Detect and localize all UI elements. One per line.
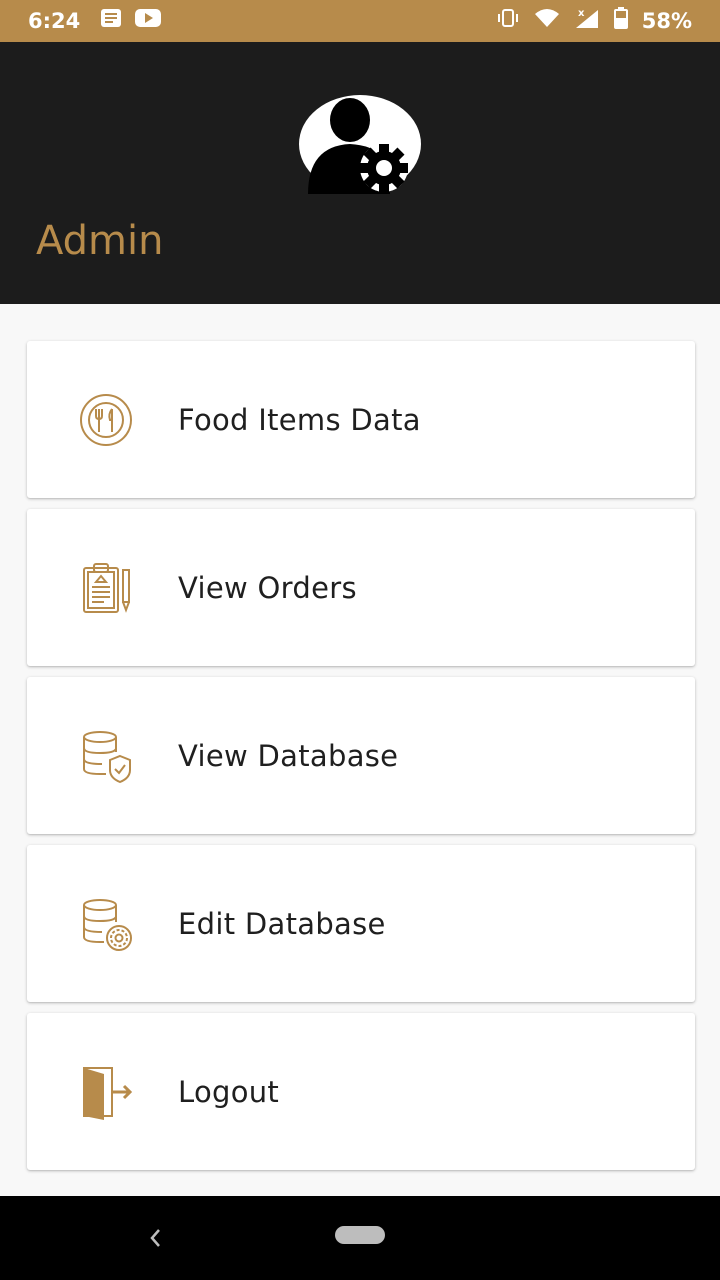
- svg-text:x: x: [578, 8, 585, 19]
- menu-item-label: View Database: [178, 738, 399, 773]
- menu-item-edit-database[interactable]: Edit Database: [27, 845, 695, 1002]
- vibrate-icon: [496, 8, 520, 34]
- database-shield-icon: [77, 727, 135, 785]
- menu-item-label: Edit Database: [178, 906, 386, 941]
- notes-icon: [100, 8, 122, 34]
- battery-percent: 58%: [641, 9, 692, 33]
- battery-icon: [613, 7, 628, 35]
- status-notification-icons: [100, 8, 162, 34]
- fork-spoon-plate-icon: [77, 391, 135, 449]
- admin-settings-avatar-icon: [298, 94, 422, 194]
- database-gear-icon: [77, 895, 135, 953]
- admin-menu: Food Items Data View Orders View Databas…: [27, 341, 695, 1181]
- menu-item-label: View Orders: [178, 570, 357, 605]
- back-icon[interactable]: [146, 1224, 166, 1252]
- youtube-icon: [134, 8, 162, 34]
- clipboard-pen-icon: [77, 559, 135, 617]
- menu-item-view-orders[interactable]: View Orders: [27, 509, 695, 666]
- status-bar: 6:24 x 58%: [0, 0, 720, 42]
- status-time: 6:24: [28, 9, 81, 33]
- signal-icon: x: [574, 7, 600, 35]
- home-button[interactable]: [335, 1226, 385, 1244]
- logout-door-icon: [77, 1063, 135, 1121]
- menu-item-food-items-data[interactable]: Food Items Data: [27, 341, 695, 498]
- menu-item-label: Food Items Data: [178, 402, 421, 437]
- menu-item-view-database[interactable]: View Database: [27, 677, 695, 834]
- menu-item-logout[interactable]: Logout: [27, 1013, 695, 1170]
- wifi-icon: [534, 8, 560, 34]
- menu-item-label: Logout: [178, 1074, 280, 1109]
- system-nav-bar: [0, 1196, 720, 1280]
- status-system-icons: x 58%: [496, 7, 692, 35]
- header-title: Admin: [36, 218, 164, 264]
- drawer-header: Admin: [0, 42, 720, 304]
